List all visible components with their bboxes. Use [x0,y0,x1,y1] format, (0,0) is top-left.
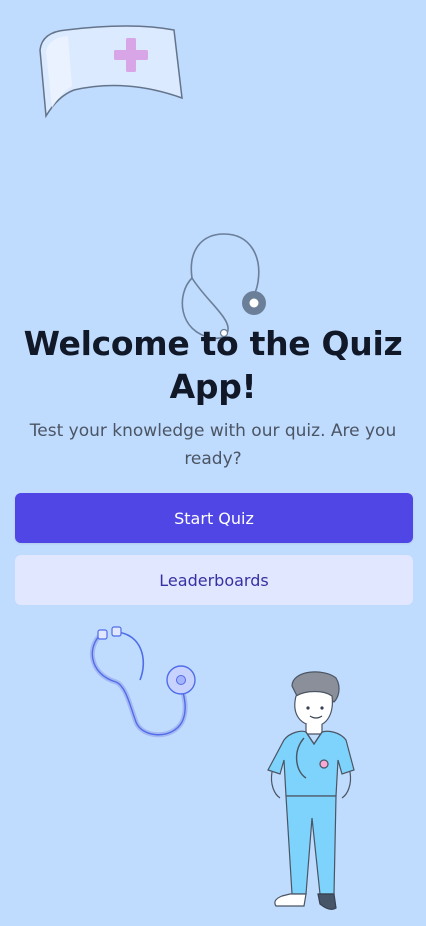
nurse-cap-icon [39,25,183,119]
nurse-illustration [267,671,355,910]
welcome-screen: Welcome to the Quiz App! Test your knowl… [0,0,426,926]
page-title: Welcome to the Quiz App! [23,324,403,406]
start-quiz-button[interactable]: Start Quiz [15,493,413,543]
stethoscope-icon [89,626,196,738]
page-subtitle: Test your knowledge with our quiz. Are y… [29,421,397,469]
leaderboards-button[interactable]: Leaderboards [15,555,413,605]
